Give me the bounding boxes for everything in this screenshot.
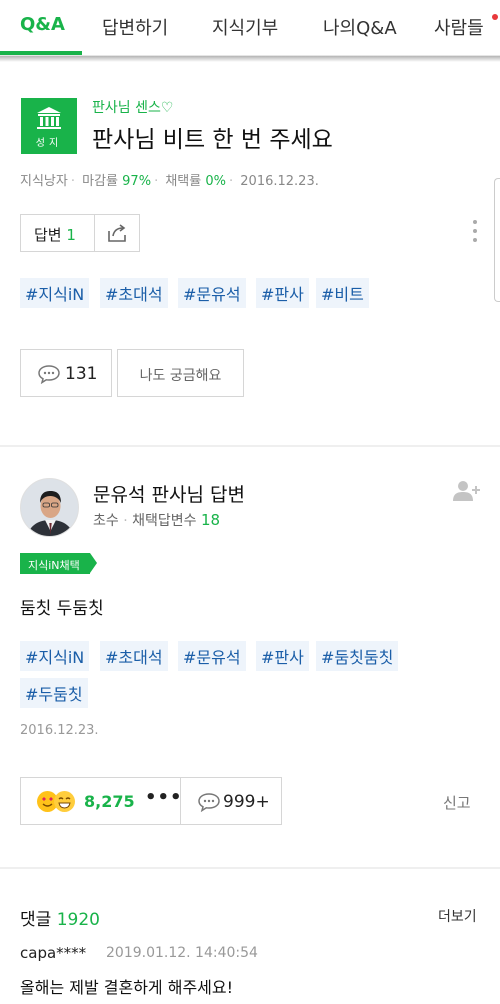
side-handle[interactable] (494, 178, 500, 302)
me-too-curious-button[interactable]: 나도 궁금해요 (117, 349, 244, 397)
question-author[interactable]: 지식낭자 (20, 174, 68, 189)
answer-author-meta: 초수 · 채택답변수 18 (93, 511, 221, 529)
more-reactions-button[interactable]: ••• (145, 787, 183, 808)
reaction-count: 8,275 (84, 792, 135, 811)
more-options-icon[interactable] (473, 220, 479, 247)
add-friend-icon[interactable] (452, 480, 482, 502)
adopt-rate-value: 0% (205, 174, 226, 189)
holy-site-badge: 성지 (21, 98, 77, 154)
comment-author[interactable]: capa**** (20, 944, 86, 962)
share-button[interactable] (94, 214, 140, 252)
share-icon (108, 224, 126, 242)
comment-icon[interactable] (197, 792, 221, 812)
tag[interactable]: #초대석 (100, 278, 168, 308)
adopted-count: 18 (200, 511, 221, 529)
tag[interactable]: #판사 (256, 641, 309, 671)
tab-people[interactable]: 사람들 (434, 14, 484, 40)
question-comment-button[interactable]: 131 (20, 349, 112, 397)
tag[interactable]: #문유석 (178, 278, 246, 308)
question-comment-count: 131 (65, 364, 98, 384)
comment-icon (38, 365, 60, 384)
tag[interactable]: #두둠칫 (20, 678, 88, 708)
answer-date: 2016.12.23. (20, 723, 99, 738)
answer-count: 1 (66, 226, 76, 244)
report-button[interactable]: 신고 (443, 792, 471, 813)
answerer-avatar[interactable] (20, 478, 79, 537)
tab-donation[interactable]: 지식기부 (212, 14, 278, 40)
close-rate-label: 마감률 (82, 174, 119, 189)
section-divider (0, 445, 500, 447)
header-shadow (0, 56, 500, 62)
adopted-answer-badge: 지식iN채택 (20, 553, 97, 574)
more-comments-link[interactable]: 더보기 (438, 906, 477, 926)
tab-my-qna[interactable]: 나의Q&A (323, 14, 397, 40)
comment-text: 올해는 제발 결혼하게 해주세요! (20, 978, 234, 997)
answer-author-title[interactable]: 문유석 판사님 답변 (93, 480, 245, 507)
adopted-label: 채택답변수 (132, 513, 197, 529)
adopt-rate-label: 채택률 (165, 174, 202, 189)
answer-label: 답변 (34, 226, 62, 244)
answer-body: 둠칫 두둠칫 (20, 599, 104, 619)
laughing-emoji-icon[interactable] (54, 791, 75, 812)
answerer-level: 초수 (93, 513, 119, 529)
question-date: 2016.12.23. (240, 174, 319, 189)
tag[interactable]: #지식iN (20, 641, 90, 671)
answer-comment-count[interactable]: 999+ (223, 792, 270, 812)
question-meta: 지식낭자 · 마감률 97% · 채택률 0% · 2016.12.23. (20, 174, 319, 189)
tab-answer[interactable]: 답변하기 (102, 14, 168, 40)
tab-qna[interactable]: Q&A (20, 14, 65, 35)
temple-icon (37, 107, 61, 129)
notification-dot (492, 14, 498, 20)
answer-count-button[interactable]: 답변 1 (20, 214, 95, 252)
comment-time: 2019.01.12. 14:40:54 (106, 945, 258, 961)
active-tab-indicator (0, 51, 82, 55)
tag[interactable]: #문유석 (178, 641, 246, 671)
tag[interactable]: #비트 (316, 278, 369, 308)
tag[interactable]: #지식iN (20, 278, 90, 308)
tag[interactable]: #둠칫둠칫 (316, 641, 399, 671)
question-title: 판사님 비트 한 번 주세요 (92, 127, 333, 153)
tag[interactable]: #판사 (256, 278, 309, 308)
comments-count: 1920 (56, 910, 100, 930)
answer-reaction-bar: 8,275 ••• 999+ (20, 777, 282, 825)
comments-header: 댓글 1920 (20, 905, 100, 930)
tag[interactable]: #초대석 (100, 641, 168, 671)
section-divider (0, 867, 500, 869)
comments-title: 댓글 (20, 910, 52, 930)
badge-label: 성지 (35, 138, 63, 149)
question-category[interactable]: 판사님 센스♡ (92, 97, 173, 117)
close-rate-value: 97% (122, 174, 152, 189)
top-tab-bar: Q&A 답변하기 지식기부 나의Q&A 사람들 (0, 0, 500, 56)
